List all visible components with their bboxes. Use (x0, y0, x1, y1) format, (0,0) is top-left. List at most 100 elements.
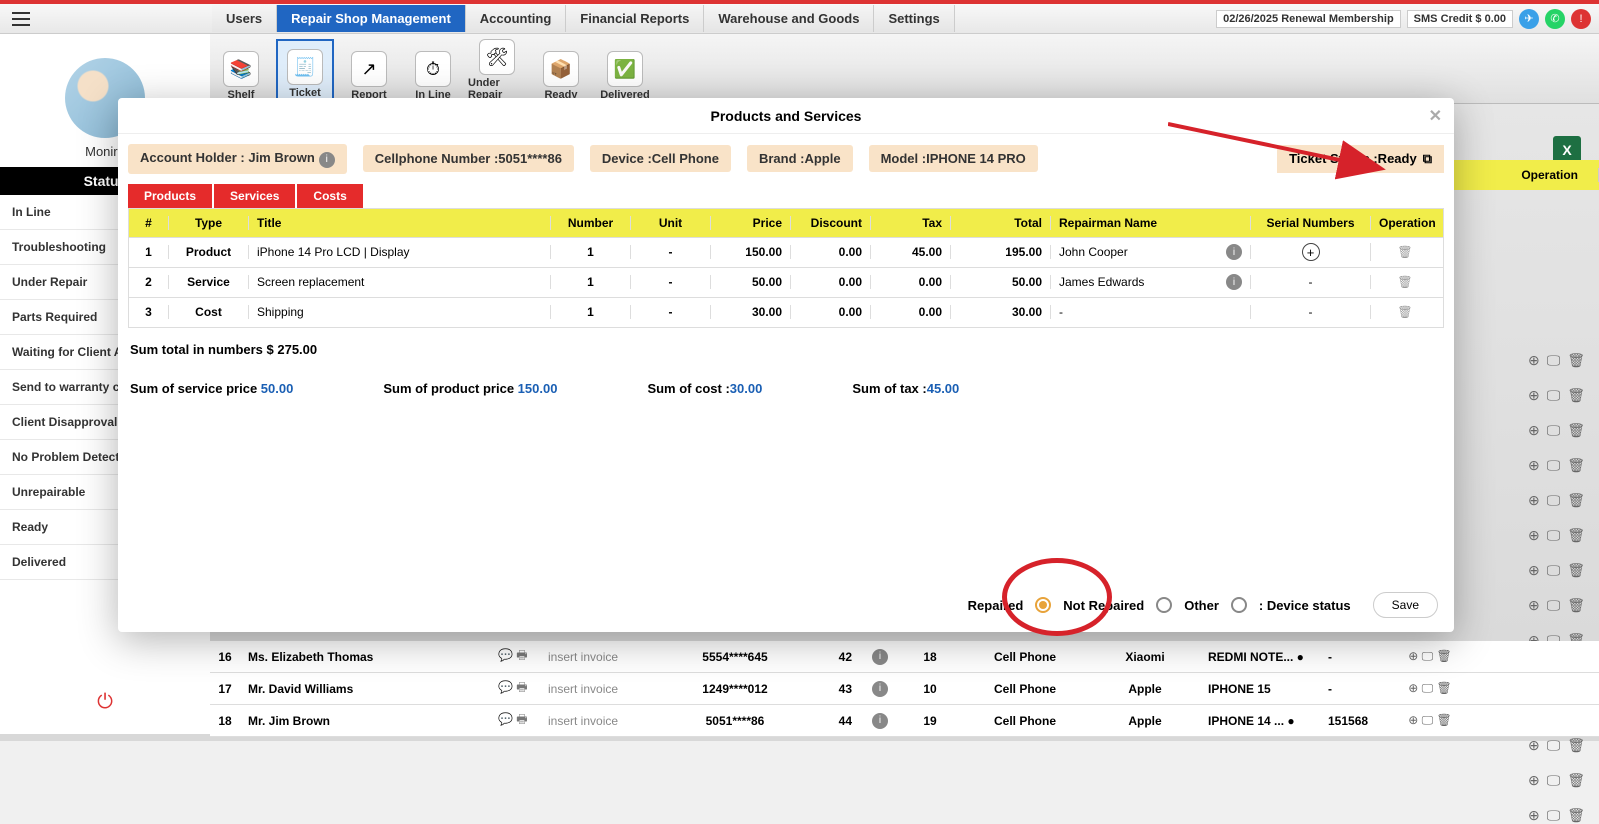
power-icon[interactable]: ⏻ (97, 691, 113, 714)
table-row[interactable]: 17Mr. David Williams💬 🖶insert invoice124… (210, 673, 1599, 705)
delete-icon[interactable]: 🗑 (1437, 713, 1452, 727)
renewal-badge: 02/26/2025 Renewal Membership (1216, 10, 1401, 28)
info-icon[interactable]: i (872, 681, 888, 697)
info-icon[interactable]: i (319, 152, 335, 168)
delete-icon[interactable]: 🗑 (1567, 352, 1585, 369)
modal-tab-products[interactable]: Products (128, 184, 212, 208)
info-icon[interactable]: i (1226, 244, 1242, 260)
add-icon[interactable]: ⊕ (1408, 713, 1418, 727)
delete-icon[interactable]: 🗑 (1567, 457, 1585, 474)
monitor-icon[interactable]: 🖵 (1547, 807, 1561, 824)
repaired-radio[interactable] (1035, 597, 1051, 613)
row-operations[interactable]: ⊕ 🖵 🗑 (1528, 772, 1585, 789)
delete-icon[interactable]: 🗑 (1437, 681, 1452, 695)
add-icon[interactable]: ⊕ (1408, 681, 1418, 695)
add-icon[interactable]: ⊕ (1528, 492, 1540, 509)
table-row[interactable]: 16Ms. Elizabeth Thomas💬 🖶insert invoice5… (210, 641, 1599, 673)
whatsapp-icon[interactable]: ✆ (1545, 9, 1565, 29)
chat-icon[interactable]: 💬 (498, 648, 513, 662)
ribbon-delivered[interactable]: ✅Delivered (596, 39, 654, 103)
tab-financial-reports[interactable]: Financial Reports (566, 5, 704, 32)
alert-icon[interactable]: ! (1571, 9, 1591, 29)
row-operations[interactable]: ⊕ 🖵 🗑 (1528, 387, 1585, 404)
delete-icon[interactable]: 🗑 (1567, 597, 1585, 614)
row-operations[interactable]: ⊕ 🖵 🗑 (1528, 422, 1585, 439)
add-icon[interactable]: ⊕ (1528, 352, 1540, 369)
chat-icon[interactable]: 💬 (498, 680, 513, 694)
add-icon[interactable]: ⊕ (1408, 649, 1418, 663)
add-serial-icon[interactable]: + (1302, 243, 1320, 261)
monitor-icon[interactable]: 🖵 (1422, 713, 1434, 727)
monitor-icon[interactable]: 🖵 (1547, 772, 1561, 789)
grid-row: 1ProductiPhone 14 Pro LCD | Display1-150… (129, 237, 1443, 267)
add-icon[interactable]: ⊕ (1528, 562, 1540, 579)
ribbon-under-repair[interactable]: 🛠Under Repair (468, 39, 526, 103)
row-operations[interactable]: ⊕ 🖵 🗑 (1528, 597, 1585, 614)
add-icon[interactable]: ⊕ (1528, 772, 1540, 789)
delete-icon[interactable]: 🗑 (1567, 562, 1585, 579)
modal-tab-services[interactable]: Services (214, 184, 295, 208)
delete-icon[interactable]: 🗑 (1437, 649, 1452, 663)
tab-warehouse-and-goods[interactable]: Warehouse and Goods (704, 5, 874, 32)
info-icon[interactable]: i (1226, 274, 1242, 290)
row-operations[interactable]: ⊕ 🖵 🗑 (1528, 457, 1585, 474)
products-services-modal: Products and Services ✕ Account Holder :… (118, 98, 1454, 632)
monitor-icon[interactable]: 🖵 (1547, 352, 1561, 369)
delete-icon[interactable]: 🗑 (1567, 527, 1585, 544)
row-operations[interactable]: ⊕ 🖵 🗑 (1528, 527, 1585, 544)
delete-icon[interactable]: 🗑 (1397, 305, 1412, 319)
close-icon[interactable]: ✕ (1429, 106, 1442, 126)
print-icon[interactable]: 🖶 (516, 712, 527, 726)
chat-icon[interactable]: 💬 (498, 712, 513, 726)
save-button[interactable]: Save (1373, 592, 1438, 618)
delete-icon[interactable]: 🗑 (1567, 807, 1585, 824)
row-operations[interactable]: ⊕ 🖵 🗑 (1528, 352, 1585, 369)
tab-accounting[interactable]: Accounting (466, 5, 567, 32)
info-icon[interactable]: i (872, 713, 888, 729)
row-operations[interactable]: ⊕ 🖵 🗑 (1528, 807, 1585, 824)
col-price: Price (711, 216, 791, 230)
tab-users[interactable]: Users (212, 5, 277, 32)
ribbon-in-line[interactable]: ⏱In Line (404, 39, 462, 103)
add-icon[interactable]: ⊕ (1528, 597, 1540, 614)
tab-repair-shop-management[interactable]: Repair Shop Management (277, 5, 466, 32)
print-icon[interactable]: 🖶 (516, 648, 527, 662)
monitor-icon[interactable]: 🖵 (1547, 492, 1561, 509)
delete-icon[interactable]: 🗑 (1567, 422, 1585, 439)
delete-icon[interactable]: 🗑 (1567, 492, 1585, 509)
tab-settings[interactable]: Settings (874, 5, 954, 32)
other-radio[interactable] (1231, 597, 1247, 613)
ribbon-ticket[interactable]: 🧾Ticket (276, 39, 334, 103)
add-icon[interactable]: ⊕ (1528, 387, 1540, 404)
monitor-icon[interactable]: 🖵 (1547, 457, 1561, 474)
modal-tab-costs[interactable]: Costs (297, 184, 362, 208)
monitor-icon[interactable]: 🖵 (1422, 681, 1434, 695)
add-icon[interactable]: ⊕ (1528, 807, 1540, 824)
ribbon-report[interactable]: ↗Report (340, 39, 398, 103)
delete-icon[interactable]: 🗑 (1567, 772, 1585, 789)
row-operations[interactable]: ⊕ 🖵 🗑 (1528, 562, 1585, 579)
delete-icon[interactable]: 🗑 (1397, 245, 1412, 259)
ribbon-ready[interactable]: 📦Ready (532, 39, 590, 103)
print-icon[interactable]: 🖶 (516, 680, 527, 694)
ticket-status-chip[interactable]: Ticket Status :Ready⧉ (1277, 145, 1444, 173)
monitor-icon[interactable]: 🖵 (1547, 527, 1561, 544)
delete-icon[interactable]: 🗑 (1567, 387, 1585, 404)
delete-icon[interactable]: 🗑 (1397, 275, 1412, 289)
monitor-icon[interactable]: 🖵 (1547, 387, 1561, 404)
add-icon[interactable]: ⊕ (1528, 422, 1540, 439)
monitor-icon[interactable]: 🖵 (1422, 649, 1434, 663)
monitor-icon[interactable]: 🖵 (1547, 422, 1561, 439)
info-icon[interactable]: i (872, 649, 888, 665)
add-icon[interactable]: ⊕ (1528, 527, 1540, 544)
col-discount: Discount (791, 216, 871, 230)
monitor-icon[interactable]: 🖵 (1547, 597, 1561, 614)
table-row[interactable]: 18Mr. Jim Brown💬 🖶insert invoice5051****… (210, 705, 1599, 737)
ribbon-shelf[interactable]: 📚Shelf (212, 39, 270, 103)
add-icon[interactable]: ⊕ (1528, 457, 1540, 474)
row-operations[interactable]: ⊕ 🖵 🗑 (1528, 492, 1585, 509)
not-repaired-radio[interactable] (1156, 597, 1172, 613)
telegram-icon[interactable]: ✈ (1519, 9, 1539, 29)
monitor-icon[interactable]: 🖵 (1547, 562, 1561, 579)
menu-button[interactable] (0, 4, 42, 34)
